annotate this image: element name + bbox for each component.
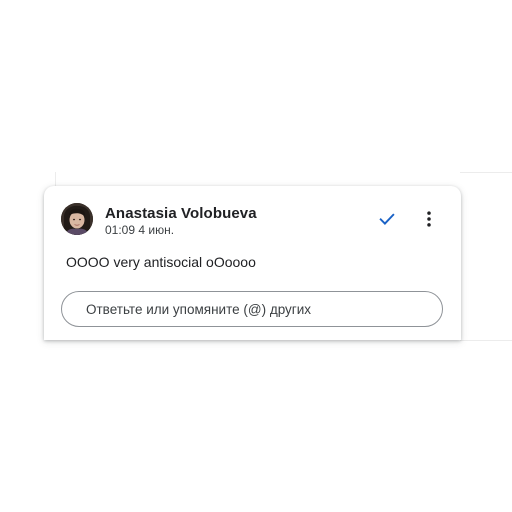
user-avatar-icon: [61, 203, 93, 235]
comment-text: OOOO very antisocial oOoooo: [66, 254, 256, 270]
author-name: Anastasia Volobueva: [105, 205, 257, 222]
comment-timestamp: 01:09 4 июн.: [105, 223, 175, 237]
comment-panel: Anastasia Volobueva 01:09 4 июн. OOOO ve…: [0, 0, 512, 512]
resolve-button[interactable]: [372, 204, 402, 234]
document-edge: [460, 172, 512, 173]
more-options-button[interactable]: [414, 204, 444, 234]
document-edge: [460, 340, 512, 341]
reply-input[interactable]: [61, 291, 443, 327]
checkmark-icon: [379, 213, 395, 225]
comment-card[interactable]: Anastasia Volobueva 01:09 4 июн. OOOO ve…: [44, 186, 461, 340]
more-vert-icon: [427, 211, 431, 227]
avatar: [61, 203, 93, 235]
